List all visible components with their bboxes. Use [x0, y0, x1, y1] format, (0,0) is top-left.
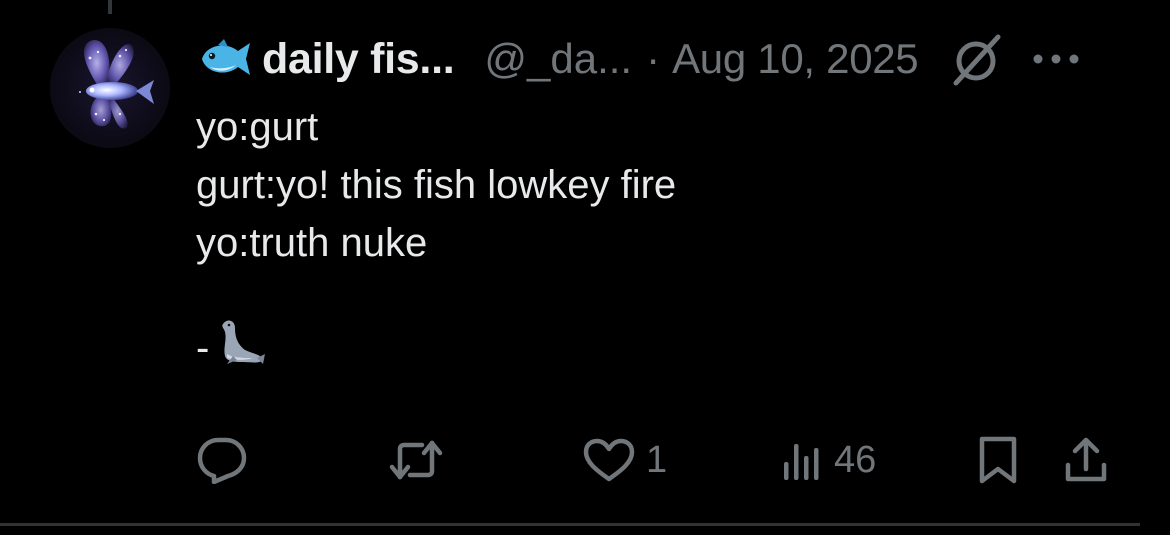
seal-emoji-icon [222, 320, 266, 364]
views-button[interactable]: 46 [780, 430, 876, 490]
separator-dot: · [646, 35, 661, 82]
more-icon[interactable] [1030, 49, 1082, 69]
post-text-line: yo:gurt [196, 105, 319, 149]
reply-icon [197, 437, 247, 484]
display-name[interactable]: daily fis... [262, 35, 455, 84]
share-icon [1065, 437, 1107, 482]
post-text-line: gurt:yo! this fish lowkey fire [196, 163, 677, 207]
post-timestamp[interactable]: Aug 10, 2025 [672, 35, 919, 83]
repost-button[interactable] [388, 430, 454, 490]
avatar[interactable] [50, 28, 170, 148]
bookmark-icon [979, 436, 1017, 484]
fish-emoji-icon [202, 39, 250, 75]
bookmark-button[interactable] [974, 430, 1022, 490]
signature-dash: - [196, 326, 210, 370]
post-text-line: yo:truth nuke [196, 221, 428, 265]
heart-icon [583, 438, 635, 482]
grok-icon[interactable] [948, 31, 1004, 87]
repost-icon [389, 440, 443, 480]
views-count: 46 [834, 438, 877, 481]
like-count: 1 [646, 438, 668, 481]
butterfly-fish-image [79, 40, 154, 129]
post-signature: - [196, 312, 676, 368]
user-handle[interactable]: @_da... [484, 35, 632, 83]
thread-connector-line [108, 0, 112, 14]
post-divider [0, 523, 1140, 526]
action-bar: 1 46 [0, 430, 1170, 490]
like-button[interactable]: 1 [582, 430, 667, 490]
reply-button[interactable] [196, 430, 258, 490]
post-text: yo:gurt gurt:yo! this fish lowkey fire y… [196, 98, 676, 368]
views-icon [784, 444, 819, 480]
share-button[interactable] [1062, 430, 1110, 490]
post-header: daily fis... @_da... · Aug 10, 2025 [196, 30, 1082, 88]
